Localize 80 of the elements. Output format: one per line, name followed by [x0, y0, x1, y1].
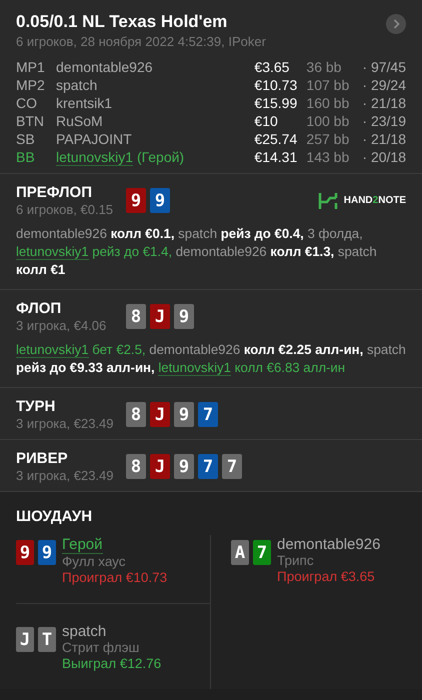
chevron-icon: [392, 19, 400, 29]
playing-card: 9: [174, 454, 194, 479]
player-stats: · 97/45: [362, 59, 406, 75]
player-name: demontable926: [56, 59, 154, 75]
hand-subtitle: 6 игроков, 28 ноября 2022 4:52:39, IPoker: [16, 34, 266, 49]
player-link[interactable]: letunovskiy1: [56, 149, 134, 166]
big-blinds: 143 bb: [306, 149, 350, 165]
result-amount: Проиграл €3.65: [277, 568, 375, 584]
section-title: ШОУДАУН: [16, 508, 94, 525]
playing-card: 8: [126, 454, 146, 479]
big-blinds: 36 bb: [306, 59, 342, 75]
position-label: MP2: [16, 77, 46, 93]
result-amount: Выиграл €12.76: [62, 656, 162, 671]
player-name: spatch: [56, 77, 98, 93]
big-blinds: 100 bb: [306, 113, 350, 129]
playing-card: A: [231, 540, 249, 565]
logo-text: HAND2NOTE: [344, 195, 406, 206]
player-name: PAPAJOINT: [56, 131, 133, 147]
playing-card: J: [16, 627, 34, 652]
player-link[interactable]: letunovskiy1: [158, 360, 231, 376]
player-stats: · 23/19: [362, 113, 406, 129]
position-label: SB: [16, 131, 36, 147]
hand-rank: Трипс: [277, 553, 314, 568]
player-name: krentsik1: [56, 95, 114, 111]
player-link[interactable]: letunovskiy1: [16, 244, 89, 260]
player-stats: · 29/24: [362, 77, 406, 93]
logo-icon: [318, 190, 338, 210]
hero-label: (Герой): [136, 149, 184, 165]
playing-card: 7: [198, 454, 218, 479]
big-blinds: 257 bb: [306, 131, 350, 147]
player-link[interactable]: letunovskiy1: [16, 342, 89, 358]
street-title: РИВЕР: [16, 450, 69, 468]
street-subtitle: 3 игрока, €23.49: [16, 468, 114, 483]
hand-rank: Фулл хаус: [62, 554, 126, 570]
playing-card: 8: [126, 402, 146, 427]
player-name: spatch: [62, 624, 106, 640]
position-label: MP1: [16, 59, 46, 75]
street-subtitle: 3 игрока, €4.06: [16, 318, 108, 333]
position-label: CO: [16, 95, 38, 111]
street-title: ФЛОП: [16, 300, 62, 318]
street-title: ТУРН: [16, 398, 56, 416]
player-link[interactable]: Герой: [62, 537, 103, 554]
playing-card: 7: [222, 454, 242, 479]
player-stats: · 20/18: [362, 149, 406, 165]
player-name: demontable926: [277, 537, 380, 553]
stack-amount: €15.99: [254, 95, 298, 111]
result-amount: Проиграл €10.73: [62, 570, 168, 585]
playing-card: 9: [174, 402, 194, 427]
action-log: demontable926 колл €0.1, spatch рейз до €0.4, 3 фолда, letunovskiy1 рейз до €1.4, demontable926 колл €1.3, spatch колл €1: [16, 225, 378, 279]
playing-card: J: [150, 304, 170, 329]
stack-amount: €10: [254, 113, 279, 129]
action-log: letunovskiy1 бет €2.5, demontable926 колл €2.25 алл-ин, spatch рейз до €9.33 алл-ин, letunovskiy1 колл €6.83 алл-ин: [16, 341, 406, 377]
playing-card: 7: [198, 402, 218, 427]
playing-card: T: [38, 627, 56, 652]
street-title: ПРЕФЛОП: [16, 184, 93, 202]
playing-card: 9: [174, 304, 194, 329]
playing-card: J: [150, 402, 170, 427]
player-name: RuSoM: [56, 113, 104, 129]
playing-card: 9: [38, 540, 56, 565]
stack-amount: €14.31: [254, 149, 298, 165]
playing-card: 8: [126, 304, 146, 329]
playing-card: 7: [253, 540, 271, 565]
street-subtitle: 6 игроков, €0.15: [16, 202, 114, 217]
player-stats: · 21/18: [362, 95, 406, 111]
stack-amount: €25.74: [254, 131, 298, 147]
big-blinds: 160 bb: [306, 95, 350, 111]
street-subtitle: 3 игрока, €23.49: [16, 416, 114, 431]
player-stats: · 21/18: [362, 131, 406, 147]
next-button[interactable]: [386, 14, 406, 34]
stack-amount: €3.65: [254, 59, 290, 75]
position-label: BTN: [16, 113, 45, 129]
big-blinds: 107 bb: [306, 77, 350, 93]
hand-title: 0.05/0.1 NL Texas Hold'em: [16, 12, 228, 32]
position-label: BB: [16, 149, 36, 165]
playing-card: 9: [16, 540, 34, 565]
playing-card: 9: [150, 188, 170, 213]
hand-rank: Стрит флэш: [62, 640, 140, 656]
playing-card: 9: [126, 188, 146, 213]
stack-amount: €10.73: [254, 77, 298, 93]
playing-card: J: [150, 454, 170, 479]
